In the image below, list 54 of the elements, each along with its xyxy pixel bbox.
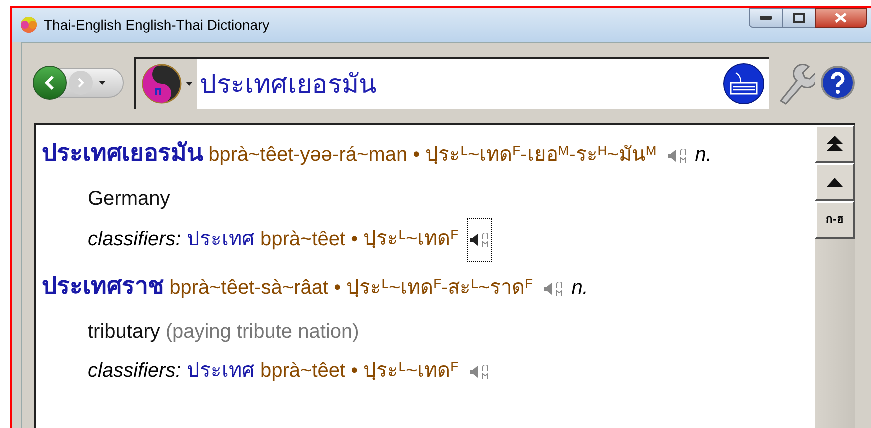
keyboard-icon[interactable] xyxy=(723,63,765,105)
help-icon[interactable] xyxy=(821,66,855,100)
part-of-speech: n. xyxy=(572,277,588,299)
search-field[interactable]: ประเทศเยอรมัน xyxy=(134,57,769,109)
headword: ประเทศราช xyxy=(42,273,164,300)
classifier-label: classifiers: xyxy=(88,360,182,382)
audio-control[interactable] xyxy=(466,218,492,262)
window-title: Thai-English English-Thai Dictionary xyxy=(44,16,270,35)
back-button[interactable] xyxy=(33,66,67,100)
app-logo-icon xyxy=(20,16,38,34)
wrench-icon[interactable] xyxy=(777,61,815,105)
thai-phonetic: ปฺระ$^{L}$~เทด$^{F}$-เยอ$^{M}$-ระ$^{H}$~มัน$^{M}$ xyxy=(426,144,657,166)
language-toggle-icon[interactable] xyxy=(142,64,182,104)
scroll-up-button[interactable] xyxy=(815,163,855,201)
close-button[interactable] xyxy=(815,8,867,28)
separator: • xyxy=(351,360,358,382)
up-arrow-icon xyxy=(827,178,843,186)
thai-phonetic: ปฺระ$^{L}$~เทด$^{F}$ xyxy=(364,360,459,382)
thai-phonetic: ปฺระ$^{L}$~เทด$^{F}$-สะ$^{L}$~ราด$^{F}$ xyxy=(346,277,534,299)
romanization: bprà~têet-yəə-rá~man xyxy=(208,144,408,166)
dropdown-caret-icon[interactable] xyxy=(186,82,193,86)
thai-script-icon xyxy=(482,364,489,379)
romanization: bprà~têet-sà~râat xyxy=(170,277,329,299)
index-button[interactable]: ก-ฮ xyxy=(815,201,855,239)
scroll-to-top-button[interactable] xyxy=(815,125,855,163)
dropdown-caret-icon[interactable] xyxy=(99,81,106,85)
minimize-button[interactable] xyxy=(749,8,783,28)
speaker-icon xyxy=(544,282,552,295)
definition: tributary xyxy=(88,321,160,343)
speaker-icon xyxy=(470,234,478,246)
minimize-icon xyxy=(760,16,772,20)
part-of-speech: n. xyxy=(695,144,712,166)
close-icon xyxy=(835,13,847,23)
separator: • xyxy=(334,277,342,299)
search-text: ประเทศเยอรมัน xyxy=(200,68,377,100)
definition-note: (paying tribute nation) xyxy=(166,321,360,343)
thai-script-icon xyxy=(556,282,564,296)
separator: • xyxy=(351,228,358,250)
classifier-word: ประเทศ xyxy=(186,360,255,382)
thai-script-icon xyxy=(680,148,687,163)
separator: • xyxy=(413,144,420,166)
thai-script-icon xyxy=(482,233,489,247)
classifier-label: classifiers: xyxy=(88,228,182,250)
romanization: bprà~têet xyxy=(260,228,346,250)
maximize-button[interactable] xyxy=(783,8,815,28)
thai-phonetic: ปฺระ$^{L}$~เทด$^{F}$ xyxy=(364,228,459,250)
classifier-word: ประเทศ xyxy=(186,228,255,250)
maximize-icon xyxy=(793,13,805,23)
double-up-arrow-icon xyxy=(827,136,843,152)
headword: ประเทศเยอรมัน xyxy=(42,140,203,167)
definition: Germany xyxy=(88,188,170,210)
speaker-icon xyxy=(470,366,478,378)
romanization: bprà~têet xyxy=(260,360,346,382)
speaker-icon xyxy=(668,150,676,162)
